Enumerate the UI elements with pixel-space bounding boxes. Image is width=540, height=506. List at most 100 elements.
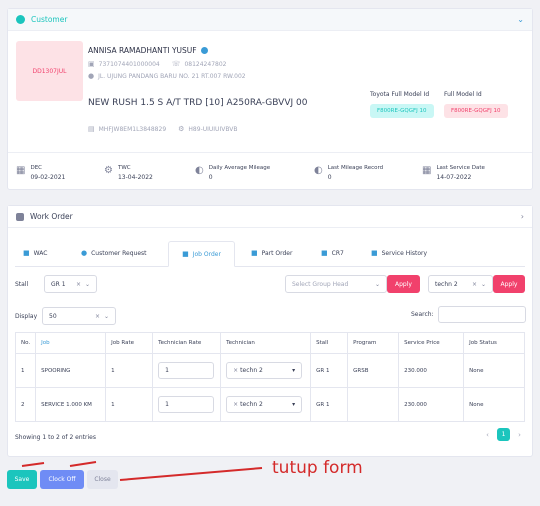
next-page-icon[interactable]: › bbox=[513, 428, 526, 441]
address: JL. UJUNG PANDANG BARU NO. 21 RT.007 RW.… bbox=[98, 72, 246, 80]
stat-dec: ▦ DEC 09-02-2021 bbox=[16, 165, 65, 181]
phone-icon: ☏ bbox=[171, 60, 181, 68]
customer-header[interactable]: Customer ⌄ bbox=[8, 9, 532, 31]
cell-no: 1 bbox=[14, 353, 37, 388]
chevron-down-icon[interactable]: ⌄ bbox=[104, 313, 109, 320]
chevron-down-icon[interactable]: ⌄ bbox=[517, 15, 524, 24]
cell-no: 2 bbox=[14, 387, 37, 422]
cell-program bbox=[347, 387, 400, 422]
display-label: Display bbox=[15, 313, 38, 320]
cell-technician: × techn 2 ▾ bbox=[220, 353, 312, 388]
work-order-header[interactable]: Work Order › bbox=[8, 206, 532, 228]
stat-twc: ⚙ TWC 13-04-2022 bbox=[104, 165, 153, 181]
location-icon: ● bbox=[88, 72, 95, 80]
customer-card: Customer ⌄ DD1307JUL ANNISA RAMADHANTI Y… bbox=[7, 8, 533, 190]
clock-off-button[interactable]: Clock Off bbox=[40, 470, 84, 489]
work-order-icon bbox=[16, 212, 24, 221]
clear-icon[interactable]: × bbox=[472, 281, 477, 288]
work-order-section-title: Work Order bbox=[30, 212, 73, 221]
technician-select[interactable]: × techn 2 ▾ bbox=[226, 362, 303, 379]
chevron-right-icon[interactable]: › bbox=[521, 212, 524, 221]
technician-filter-select[interactable]: techn 2 × ⌄ bbox=[428, 275, 493, 293]
tab-label: CR7 bbox=[331, 249, 344, 257]
tab-wac[interactable]: ■ WAC bbox=[23, 249, 47, 257]
group-head-select[interactable]: Select Group Head ⌄ bbox=[285, 275, 387, 293]
divider bbox=[8, 152, 532, 153]
customer-icon bbox=[16, 15, 25, 24]
cr7-icon: ■ bbox=[321, 249, 328, 257]
col-technician-rate[interactable]: Technician Rate bbox=[152, 332, 222, 354]
full-model-label: Full Model Id bbox=[444, 91, 482, 98]
col-technician[interactable]: Technician bbox=[220, 332, 312, 354]
search-label: Search: bbox=[411, 311, 434, 318]
stall-label: Stall bbox=[15, 281, 29, 288]
technician-filter-value: techn 2 bbox=[435, 280, 458, 288]
col-job-status[interactable]: Job Status bbox=[463, 332, 525, 354]
job-table-wrap: No. Job Job Rate Technician Rate Technic… bbox=[14, 332, 525, 422]
col-program[interactable]: Program bbox=[347, 332, 400, 354]
engine-icon: ⚙ bbox=[178, 125, 185, 133]
clear-icon[interactable]: × bbox=[95, 313, 100, 320]
stall-select[interactable]: GR 1 × ⌄ bbox=[44, 275, 97, 293]
vin: MHFJW8EM1L3848829 bbox=[98, 125, 167, 133]
user-icon: ● bbox=[81, 249, 88, 257]
page-button[interactable]: 1 bbox=[497, 428, 510, 441]
chevron-down-icon[interactable]: ⌄ bbox=[85, 281, 90, 288]
chevron-down-icon[interactable]: ⌄ bbox=[481, 281, 486, 288]
save-button[interactable]: Save bbox=[7, 470, 37, 489]
tab-label: WAC bbox=[33, 249, 48, 257]
verified-icon bbox=[200, 47, 208, 54]
close-button[interactable]: Close bbox=[87, 470, 118, 489]
display-length-select[interactable]: 50 × ⌄ bbox=[42, 307, 116, 325]
barcode-icon: ▤ bbox=[88, 125, 95, 133]
remove-tag-icon[interactable]: × bbox=[233, 367, 238, 374]
cell-job-status: None bbox=[463, 353, 525, 388]
stat-value: 14-07-2022 bbox=[436, 174, 472, 181]
id-number: 7371074401000004 bbox=[98, 60, 160, 68]
col-job[interactable]: Job bbox=[35, 332, 107, 354]
stat-label: Daily Average Mileage bbox=[208, 165, 271, 171]
technician-rate-input[interactable]: 1 bbox=[158, 396, 215, 413]
car-icon: ■ bbox=[23, 249, 30, 257]
caret-down-icon[interactable]: ▾ bbox=[292, 401, 295, 408]
annotation-mark bbox=[21, 462, 45, 467]
apply-group-head-button[interactable]: Apply bbox=[387, 275, 420, 293]
cell-job-rate: 1 bbox=[105, 387, 154, 422]
search-input[interactable] bbox=[438, 306, 526, 323]
apply-technician-button[interactable]: Apply bbox=[493, 275, 525, 293]
history-icon: ■ bbox=[371, 249, 378, 257]
toyota-model-badge: F800RE-GQGFJ 10 bbox=[370, 104, 434, 118]
stats-row: ▦ DEC 09-02-2021 ⚙ TWC 13-04-2022 ◐ Daily … bbox=[8, 159, 532, 189]
tab-label: Job Order bbox=[192, 250, 221, 258]
remove-tag-icon[interactable]: × bbox=[233, 401, 238, 408]
col-service-price[interactable]: Service Price bbox=[398, 332, 465, 354]
stat-label: Last Service Date bbox=[436, 165, 485, 171]
tab-bar: ■ WAC ● Customer Request ■ Job Order ■ Part … bbox=[15, 241, 525, 267]
col-no[interactable]: No. bbox=[14, 332, 37, 354]
technician-tag: techn 2 bbox=[240, 401, 263, 408]
caret-down-icon[interactable]: ▾ bbox=[292, 367, 295, 374]
cell-technician: × techn 2 ▾ bbox=[220, 387, 312, 422]
chevron-down-icon[interactable]: ⌄ bbox=[375, 281, 380, 288]
clear-icon[interactable]: × bbox=[76, 281, 81, 288]
group-head-placeholder: Select Group Head bbox=[292, 280, 349, 288]
full-model-badge: F800RE-GQGFJ 10 bbox=[444, 104, 508, 118]
tab-customer-request[interactable]: ● Customer Request bbox=[81, 249, 147, 257]
entries-info: Showing 1 to 2 of 2 entries bbox=[15, 434, 96, 441]
prev-page-icon[interactable]: ‹ bbox=[481, 428, 494, 441]
technician-select[interactable]: × techn 2 ▾ bbox=[226, 396, 303, 413]
tab-part-order[interactable]: ■ Part Order bbox=[251, 249, 292, 257]
annotation-mark bbox=[69, 461, 97, 467]
plate-box: DD1307JUL bbox=[16, 41, 83, 101]
col-job-rate[interactable]: Job Rate bbox=[105, 332, 154, 354]
col-stall[interactable]: Stall bbox=[310, 332, 349, 354]
stat-label: Last Mileage Record bbox=[327, 165, 384, 171]
tab-label: Customer Request bbox=[91, 249, 147, 257]
stat-value: 13-04-2022 bbox=[117, 174, 153, 181]
plate-number: DD1307JUL bbox=[32, 67, 67, 75]
tab-job-order[interactable]: ■ Job Order bbox=[168, 241, 235, 267]
technician-rate-input[interactable]: 1 bbox=[158, 362, 215, 379]
table-row: 1 SPOORING 1 1 × techn 2 ▾ GR 1 GRSB 230.0… bbox=[14, 353, 525, 388]
tab-service-history[interactable]: ■ Service History bbox=[371, 249, 427, 257]
tab-cr7[interactable]: ■ CR7 bbox=[321, 249, 344, 257]
